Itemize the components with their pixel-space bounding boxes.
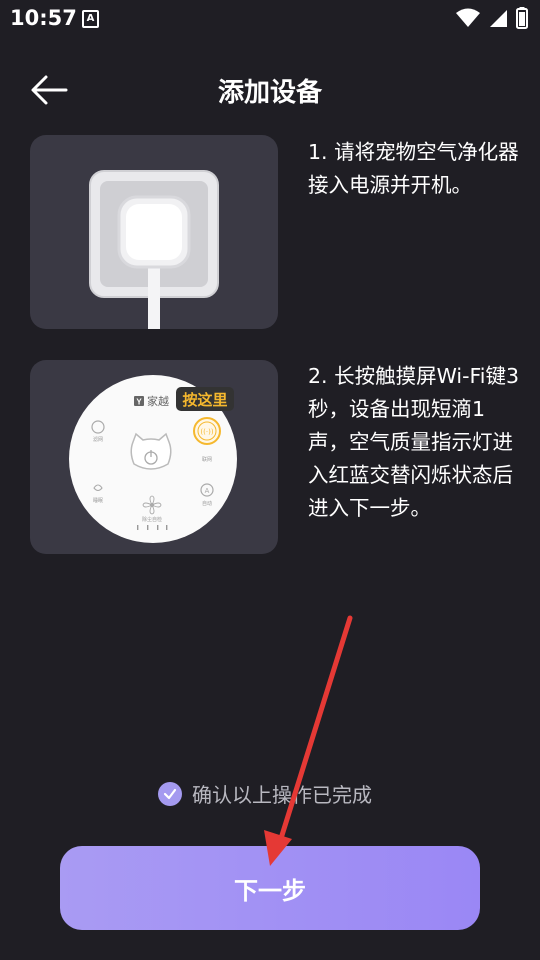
auto-label: 自动 xyxy=(202,500,212,507)
checkmark-icon xyxy=(158,781,182,806)
svg-text:((·)): ((·)) xyxy=(200,428,213,436)
control-panel-illustration: Y 家越 按这里 滤网 ((·)) 联网 睡眠 A 自动 除尘自检 xyxy=(69,375,237,543)
app-notification-icon: A xyxy=(82,10,99,28)
confirm-checkbox[interactable]: 确认以上操作已完成 xyxy=(158,779,372,808)
wifi-icon xyxy=(456,8,480,27)
dust-check-label: 除尘自检 xyxy=(142,516,162,523)
header: 添加设备 xyxy=(0,62,540,118)
next-button[interactable]: 下一步 xyxy=(60,846,480,930)
power-plug-illustration xyxy=(89,170,219,329)
svg-text:A: A xyxy=(205,488,210,495)
press-here-tooltip: 按这里 xyxy=(182,391,227,409)
sleep-label: 睡眠 xyxy=(93,497,103,504)
status-time: 10:57 xyxy=(10,6,77,30)
brand-text: 家越 xyxy=(147,394,169,408)
brand-logo: Y xyxy=(134,396,144,407)
status-bar: 10:57 A xyxy=(0,0,540,36)
svg-text:Y: Y xyxy=(136,398,142,407)
confirm-label: 确认以上操作已完成 xyxy=(192,783,372,807)
system-icons xyxy=(456,7,528,29)
step-2-text: 2. 长按触摸屏Wi-Fi键3秒，设备出现短滴1声，空气质量指示灯进入红蓝交替闪… xyxy=(308,364,520,520)
battery-icon xyxy=(516,7,528,29)
wifi-label: 联网 xyxy=(202,456,212,463)
control-panel-card: Y 家越 按这里 滤网 ((·)) 联网 睡眠 A 自动 除尘自检 xyxy=(30,360,278,554)
plug-illustration-card xyxy=(30,135,278,329)
page-title: 添加设备 xyxy=(217,78,322,108)
step-1-text: 1. 请将宠物空气净化器接入电源并开机。 xyxy=(308,140,519,197)
filter-label: 滤网 xyxy=(93,436,103,443)
signal-icon xyxy=(490,10,507,27)
